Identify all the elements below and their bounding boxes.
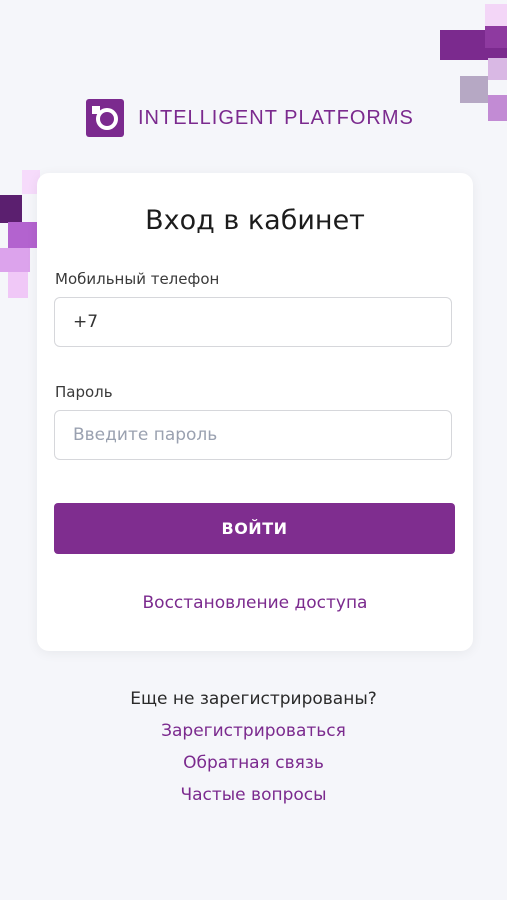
brand-logo: INTELLIGENT PLATFORMS <box>86 99 414 137</box>
brand-name: INTELLIGENT PLATFORMS <box>138 106 414 129</box>
feedback-link[interactable]: Обратная связь <box>0 753 507 773</box>
phone-input[interactable] <box>54 297 452 347</box>
faq-link[interactable]: Частые вопросы <box>0 785 507 805</box>
recover-access-link[interactable]: Восстановление доступа <box>37 593 473 613</box>
io-logo-icon <box>86 99 124 137</box>
page-title: Вход в кабинет <box>145 205 365 236</box>
register-link[interactable]: Зарегистрироваться <box>0 721 507 741</box>
register-question: Еще не зарегистрированы? <box>130 689 377 709</box>
login-button[interactable]: ВОЙТИ <box>54 503 455 554</box>
phone-label: Мобильный телефон <box>55 270 220 288</box>
password-label: Пароль <box>55 383 113 401</box>
login-card: Вход в кабинет Мобильный телефон Пароль … <box>37 173 473 651</box>
password-input[interactable] <box>54 410 452 460</box>
